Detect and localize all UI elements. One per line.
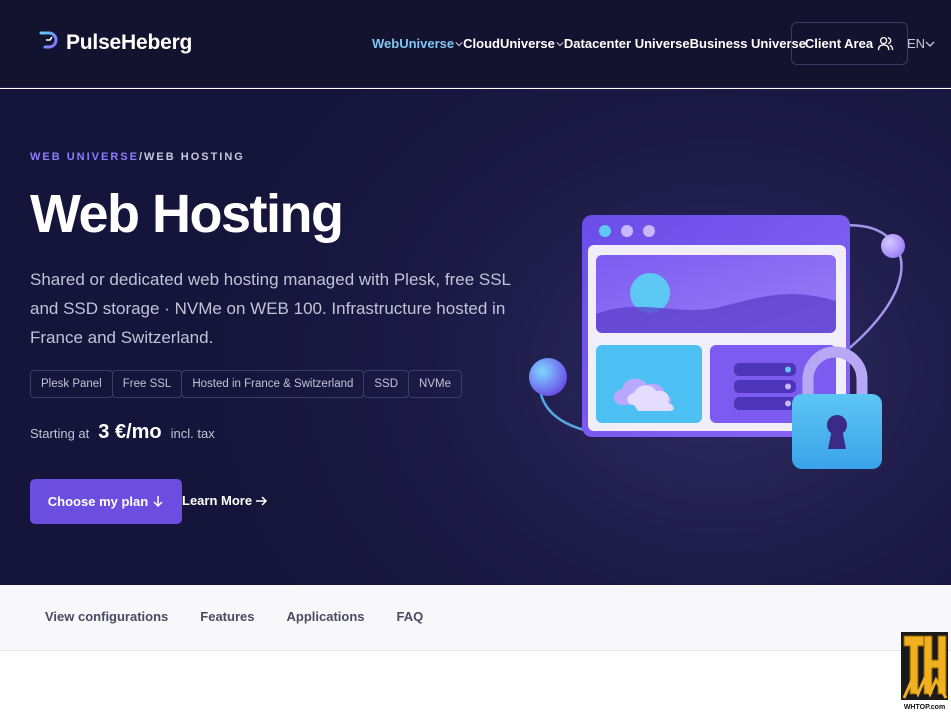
- subnav-features[interactable]: Features: [200, 609, 254, 624]
- chevron-down-icon: [455, 41, 463, 46]
- nav-item-label: WebUniverse: [372, 36, 455, 51]
- logo[interactable]: PulseHeberg: [38, 30, 192, 56]
- logo-text: PulseHeberg: [66, 31, 193, 54]
- tag-plesk-panel: Plesk Panel: [30, 370, 113, 398]
- svg-text:WHTOP.com: WHTOP.com: [904, 704, 945, 711]
- nav-item-clouduniverse[interactable]: CloudUniverse: [463, 36, 564, 51]
- section-nav: View configurations Features Application…: [0, 585, 951, 651]
- nav-item-business-universe[interactable]: Business Universe: [690, 36, 806, 51]
- chevron-down-icon: [556, 41, 564, 46]
- subnav-view-configurations[interactable]: View configurations: [45, 609, 168, 624]
- hosting-illustration: [529, 215, 905, 469]
- learn-more-link[interactable]: Learn More: [182, 493, 268, 508]
- price-amount: 3 €/mo: [98, 421, 162, 443]
- feature-tags: Plesk Panel Free SSL Hosted in France & …: [30, 370, 462, 398]
- client-area-label: Client Area: [804, 36, 874, 51]
- price-info: Starting at 3 €/mo incl. tax: [30, 421, 215, 444]
- subnav-applications[interactable]: Applications: [286, 609, 364, 624]
- page-title: Web Hosting: [30, 184, 344, 244]
- tag-nvme: NVMe: [408, 370, 462, 398]
- tag-hosted-location: Hosted in France & Switzerland: [181, 370, 365, 398]
- client-area-button[interactable]: Client Area: [791, 22, 908, 65]
- price-suffix: incl. tax: [170, 426, 215, 441]
- choose-plan-button[interactable]: Choose my plan: [30, 479, 182, 524]
- nav-item-label: CloudUniverse: [463, 36, 555, 51]
- language-selector[interactable]: EN: [907, 36, 935, 51]
- nav-item-label: Datacenter Universe: [563, 36, 690, 51]
- main-nav: WebUniverse CloudUniverse Datacenter Uni…: [372, 36, 806, 51]
- nav-item-datacenter-universe[interactable]: Datacenter Universe: [564, 36, 690, 51]
- hero-section: WEB UNIVERSE / WEB HOSTING Web Hosting S…: [0, 89, 951, 585]
- chevron-down-icon: [925, 41, 935, 47]
- subnav-faq[interactable]: FAQ: [397, 609, 424, 624]
- hero-description: Shared or dedicated web hosting managed …: [30, 270, 511, 347]
- arrow-down-icon: [153, 496, 163, 508]
- learn-more-label: Learn More: [182, 493, 253, 508]
- price-prefix: Starting at: [30, 426, 90, 441]
- arrow-right-icon: [256, 495, 268, 506]
- nav-item-label: Business Universe: [689, 36, 806, 51]
- breadcrumb: WEB UNIVERSE / WEB HOSTING: [30, 151, 245, 163]
- pulseheberg-logo-icon: [39, 31, 58, 55]
- tag-ssd: SSD: [363, 370, 410, 398]
- breadcrumb-current: WEB HOSTING: [144, 151, 245, 163]
- site-header: PulseHeberg WebUniverse CloudUniverse Da…: [0, 0, 951, 88]
- choose-plan-label: Choose my plan: [47, 494, 149, 509]
- tag-free-ssl: Free SSL: [111, 370, 183, 398]
- language-label: EN: [907, 36, 926, 51]
- nav-item-webuniverse[interactable]: WebUniverse: [372, 36, 463, 51]
- users-icon: [877, 36, 894, 51]
- breadcrumb-link-web-universe[interactable]: WEB UNIVERSE: [30, 151, 139, 163]
- whtop-watermark-logo: WHTOP.com: [901, 632, 948, 711]
